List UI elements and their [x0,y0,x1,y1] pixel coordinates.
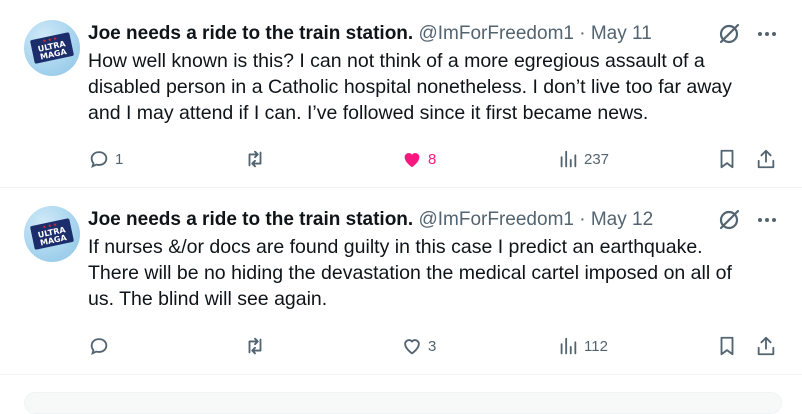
more-icon[interactable] [754,21,780,47]
views-icon [560,150,577,168]
repost-icon [248,337,262,355]
avatar-flag: ★★★ ULTRA MAGA [29,218,75,250]
avatar[interactable]: ★★★ ULTRA MAGA [24,206,80,262]
tweet-header: Joe needs a ride to the train station. @… [88,20,793,48]
bookmark-icon [720,149,734,169]
heart-icon [404,153,420,168]
repost-button[interactable] [244,334,271,358]
tweet-date[interactable]: May 11 [591,23,652,44]
repost-button[interactable] [244,147,271,171]
heart-icon [404,339,420,355]
like-button[interactable]: 3 [401,334,436,358]
tweet-text: How well known is this? I can not think … [88,48,788,126]
reply-icon [90,151,108,169]
grok-icon[interactable] [716,207,742,233]
author-handle[interactable]: @ImForFreedom1 [418,209,574,230]
tweet-text-line: and I may attend if I can. I’ve followed… [88,102,649,124]
more-icon[interactable] [754,207,780,233]
tweet[interactable]: ★★★ ULTRA MAGA Joe needs a ride to the t… [0,188,802,375]
bookmark-button[interactable] [716,147,738,171]
tweet-text-line: disabled person in a Catholic hospital n… [88,76,732,98]
tweet-text-line: How well known is this? I can not think … [88,50,705,72]
views-count: 237 [584,150,610,168]
author-name[interactable]: Joe needs a ride to the train station. [88,209,413,230]
tweet[interactable]: ★★★ ULTRA MAGA Joe needs a ride to the t… [0,0,802,188]
tweet-actions: 1 8 237 [88,147,788,171]
bookmark-button[interactable] [716,334,738,358]
tweet-text-line: There will be no hiding the devastation … [88,262,732,284]
reply-icon [90,338,108,356]
tweet-header: Joe needs a ride to the train station. @… [88,206,793,234]
separator: · [579,23,586,44]
tweet-actions: 3 112 [88,334,788,358]
avatar[interactable]: ★★★ ULTRA MAGA [24,20,80,76]
tweet-text: If nurses &/or docs are found guilty in … [88,234,788,312]
like-count: 3 [428,337,437,355]
views-button[interactable]: 237 [557,147,609,171]
reply-button[interactable]: 1 [88,147,123,171]
tweet-date[interactable]: May 12 [591,209,653,230]
bookmark-icon [720,336,734,356]
author-name[interactable]: Joe needs a ride to the train station. [88,23,413,44]
repost-icon [248,150,262,168]
views-button[interactable]: 112 [557,334,608,358]
avatar-flag: ★★★ ULTRA MAGA [29,32,75,64]
share-button[interactable] [755,334,777,358]
reply-button[interactable] [88,334,115,358]
tweet-text-line: us. The blind will see again. [88,288,328,310]
next-item-preview[interactable] [24,392,782,414]
grok-icon[interactable] [716,21,742,47]
share-button[interactable] [755,147,777,171]
views-icon [560,337,577,355]
like-button[interactable]: 8 [401,147,436,171]
share-icon [757,336,775,356]
share-icon [757,149,775,169]
views-count: 112 [584,337,608,355]
like-count: 8 [428,150,437,168]
reply-count: 1 [115,150,124,168]
separator: · [579,209,586,230]
tweet-text-line: If nurses &/or docs are found guilty in … [88,236,703,258]
author-handle[interactable]: @ImForFreedom1 [418,23,574,44]
